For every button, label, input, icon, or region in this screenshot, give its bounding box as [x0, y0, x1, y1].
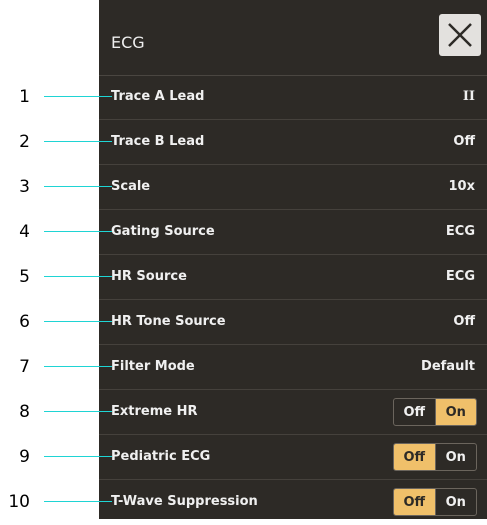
setting-value: Off	[453, 314, 475, 329]
setting-label: T-Wave Suppression	[111, 494, 258, 509]
setting-value: ECG	[445, 269, 475, 284]
toggle-on-option[interactable]: On	[436, 489, 477, 515]
panel-header: ECG	[99, 0, 487, 76]
callout-line	[44, 186, 112, 187]
setting-value: ECG	[445, 224, 475, 239]
callout-1: 1	[0, 87, 130, 107]
callout-7: 7	[0, 357, 130, 377]
toggle-off-option[interactable]: Off	[394, 444, 436, 470]
callout-line	[44, 456, 112, 457]
callout-8: 8	[0, 402, 130, 422]
ecg-settings-panel: ECG Trace A Lead II Trace B Lead Off Sca…	[99, 0, 487, 519]
setting-row-gating-source[interactable]: Gating Source ECG	[99, 210, 487, 255]
callout-10: 10	[0, 492, 130, 512]
callout-line	[44, 366, 112, 367]
setting-row-hr-source[interactable]: HR Source ECG	[99, 255, 487, 300]
callout-number: 7	[19, 357, 30, 377]
callout-2: 2	[0, 132, 130, 152]
settings-list: Trace A Lead II Trace B Lead Off Scale 1…	[99, 75, 487, 525]
callout-number: 2	[19, 132, 30, 152]
callout-line	[44, 411, 112, 412]
setting-row-filter-mode[interactable]: Filter Mode Default	[99, 345, 487, 390]
callout-number: 1	[19, 87, 30, 107]
callout-line	[44, 96, 112, 97]
t-wave-suppression-toggle: Off On	[393, 488, 477, 516]
toggle-on-option[interactable]: On	[435, 399, 476, 425]
callout-line	[44, 321, 112, 322]
setting-value: II	[462, 89, 475, 104]
setting-value: Default	[421, 359, 475, 374]
callout-9: 9	[0, 447, 130, 467]
callout-number: 5	[19, 267, 30, 287]
extreme-hr-toggle: Off On	[393, 398, 477, 426]
callout-number: 3	[19, 177, 30, 197]
setting-row-extreme-hr: Extreme HR Off On	[99, 390, 487, 435]
toggle-off-option[interactable]: Off	[394, 399, 436, 425]
callout-6: 6	[0, 312, 130, 332]
setting-value: Off	[453, 134, 475, 149]
callout-line	[44, 276, 112, 277]
callout-number: 4	[19, 222, 30, 242]
callout-line	[44, 141, 112, 142]
toggle-on-option[interactable]: On	[436, 444, 477, 470]
callout-number: 9	[19, 447, 30, 467]
callout-5: 5	[0, 267, 130, 287]
pediatric-ecg-toggle: Off On	[393, 443, 477, 471]
callout-line	[44, 501, 112, 502]
setting-row-hr-tone-source[interactable]: HR Tone Source Off	[99, 300, 487, 345]
callout-number: 10	[8, 492, 30, 512]
close-icon	[448, 23, 472, 47]
callout-number: 8	[19, 402, 30, 422]
toggle-off-option[interactable]: Off	[394, 489, 436, 515]
callout-number: 6	[19, 312, 30, 332]
setting-row-trace-a-lead[interactable]: Trace A Lead II	[99, 75, 487, 120]
callout-4: 4	[0, 222, 130, 242]
close-button[interactable]	[439, 14, 481, 56]
callout-line	[44, 231, 112, 232]
setting-row-pediatric-ecg: Pediatric ECG Off On	[99, 435, 487, 480]
setting-row-scale[interactable]: Scale 10x	[99, 165, 487, 210]
setting-row-trace-b-lead[interactable]: Trace B Lead Off	[99, 120, 487, 165]
callout-3: 3	[0, 177, 130, 197]
panel-title: ECG	[111, 33, 145, 52]
setting-row-t-wave-suppression: T-Wave Suppression Off On	[99, 480, 487, 525]
setting-value: 10x	[448, 179, 475, 194]
